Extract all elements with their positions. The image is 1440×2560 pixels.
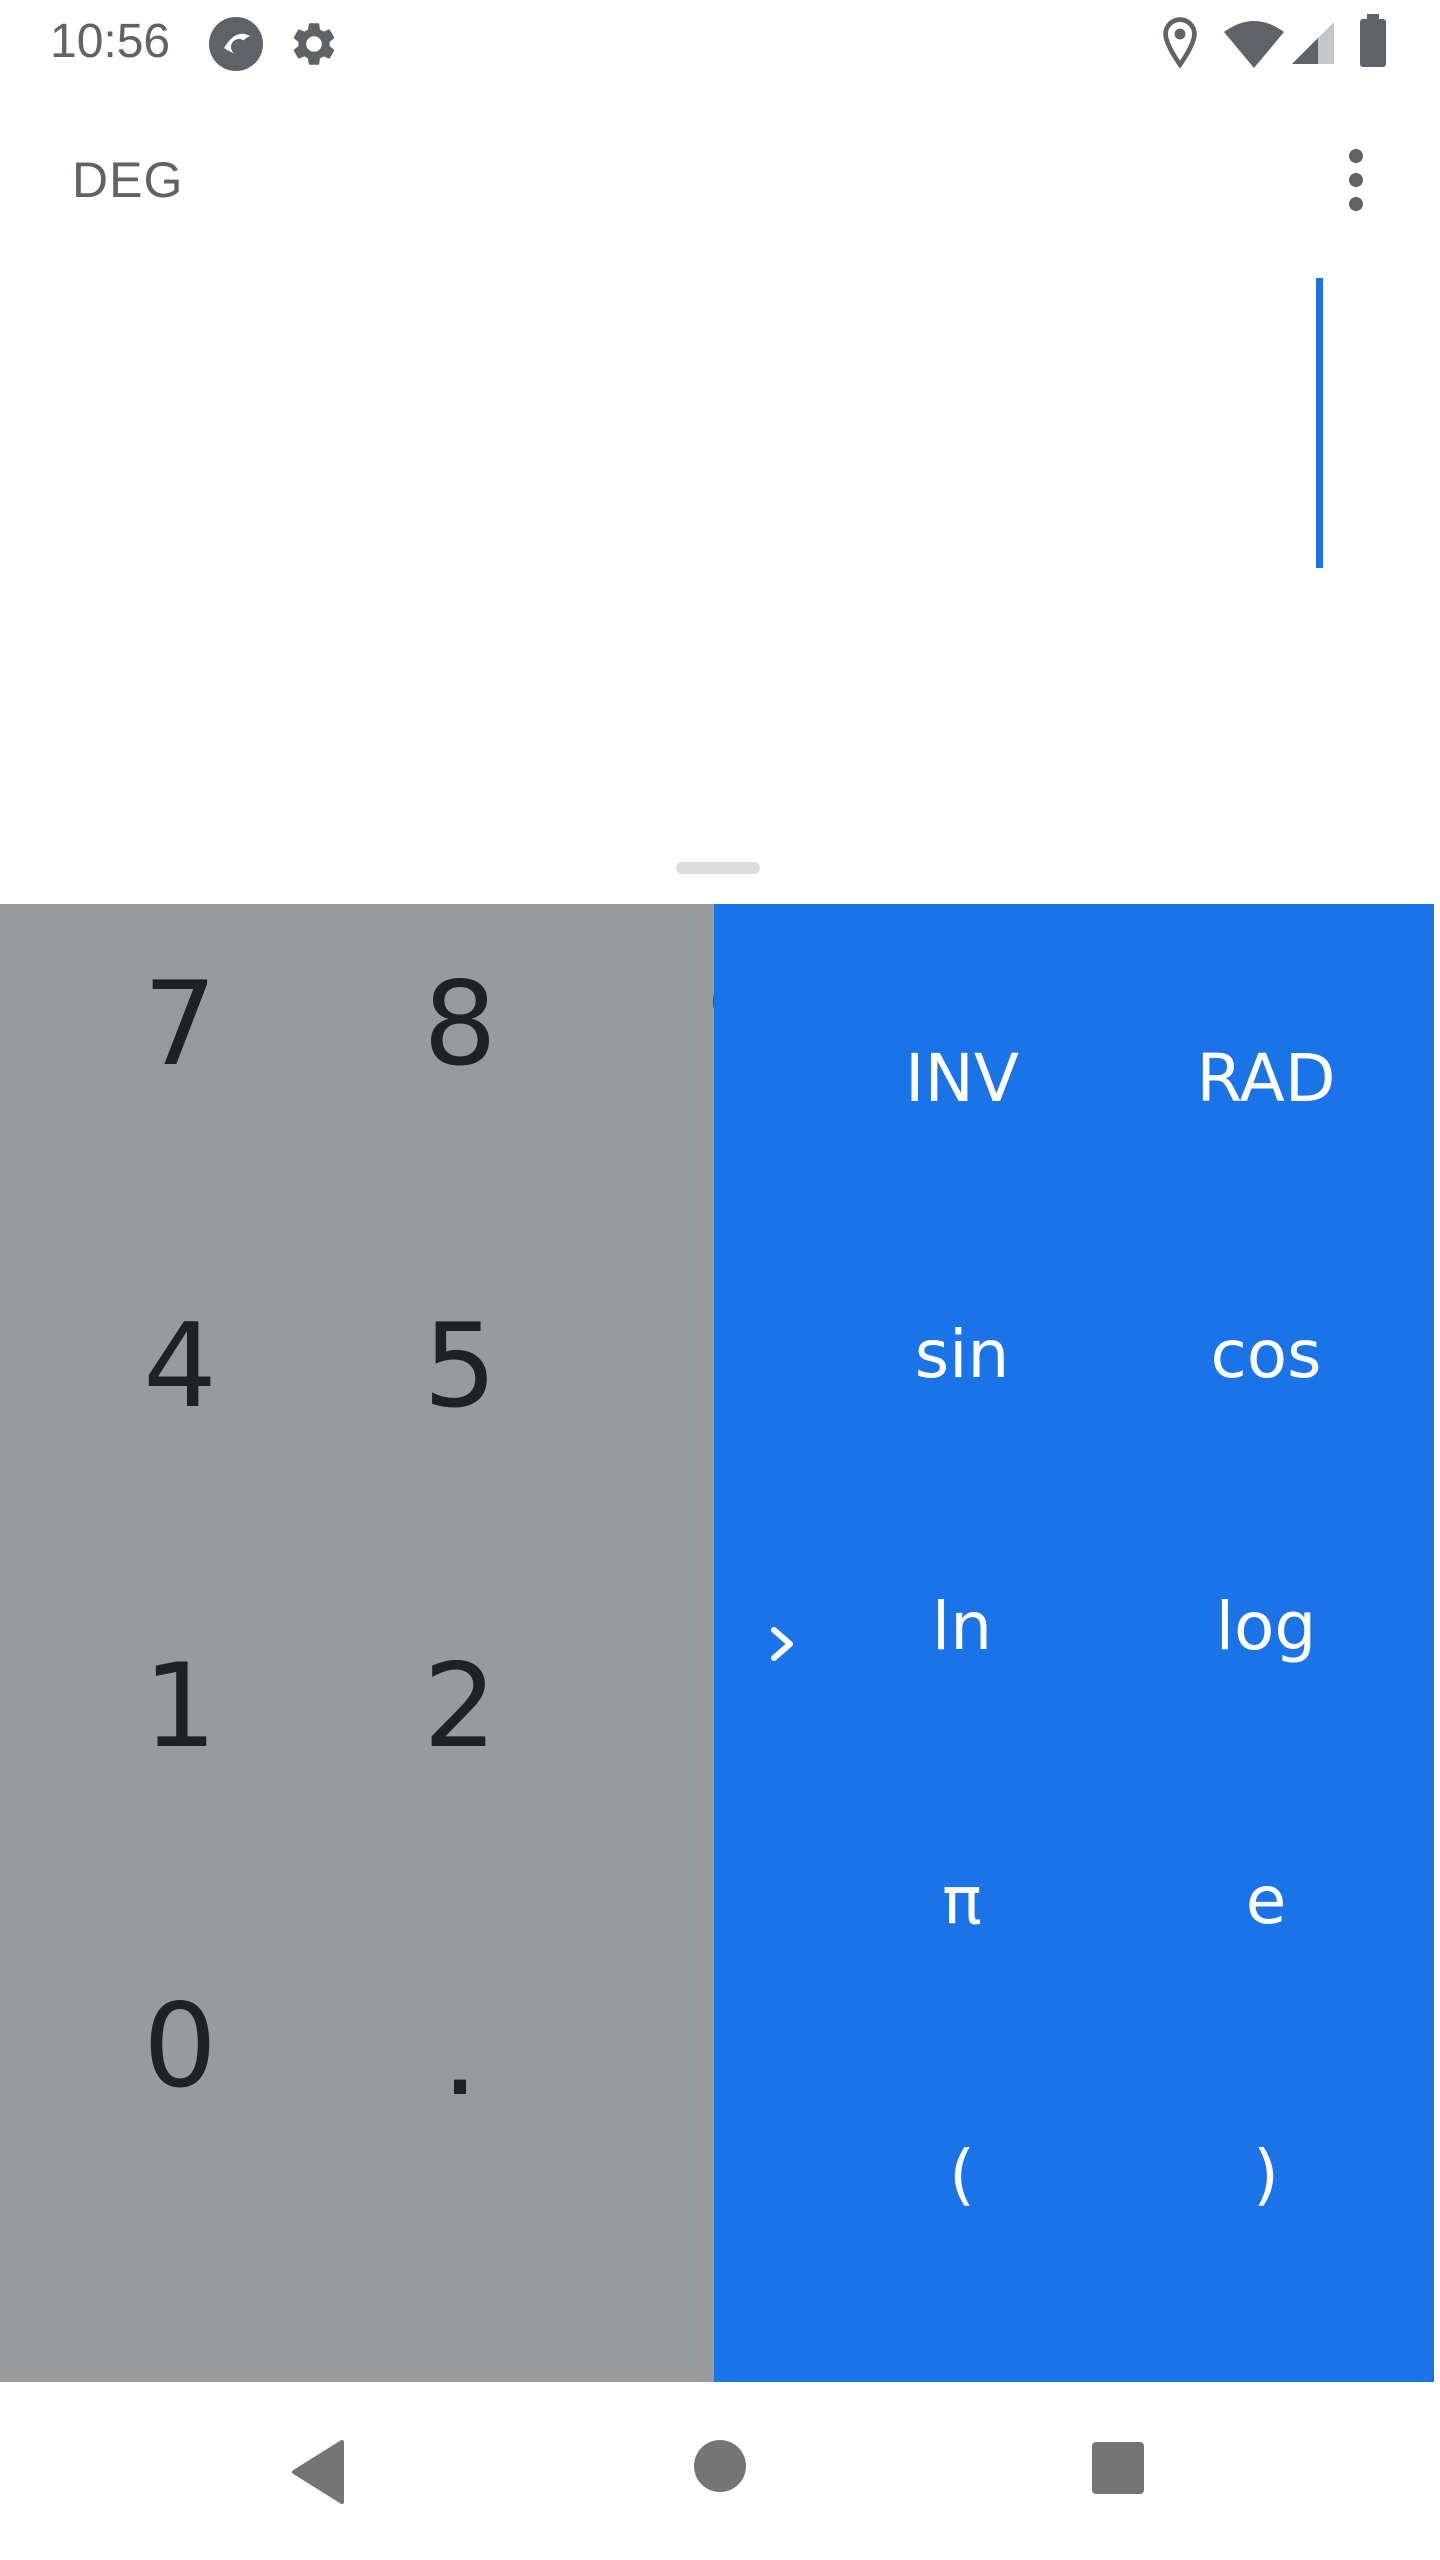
pi-button[interactable]: π: [812, 1790, 1112, 2010]
digit-0-button[interactable]: 0: [40, 1936, 320, 2156]
inv-button[interactable]: INV: [812, 968, 1112, 1188]
status-time: 10:56: [50, 15, 171, 68]
rad-button[interactable]: RAD: [1116, 968, 1416, 1188]
back-icon: [292, 2440, 344, 2504]
formula-cursor: [1316, 278, 1323, 568]
gear-icon: [288, 18, 340, 70]
digit-9-button[interactable]: 9: [706, 952, 714, 1087]
chevron-right-icon: [771, 1627, 793, 1661]
digit-8-button[interactable]: 8: [320, 914, 600, 1134]
ln-button[interactable]: ln: [812, 1516, 1112, 1736]
equals-button[interactable]: =: [706, 1974, 714, 2109]
app-icon: [206, 14, 266, 74]
decimal-point-button[interactable]: .: [320, 1944, 600, 2164]
digit-7-button[interactable]: 7: [40, 914, 320, 1134]
wifi-icon: [1222, 20, 1286, 70]
battery-icon: [1358, 14, 1388, 68]
digit-1-button[interactable]: 1: [40, 1596, 320, 1816]
digit-3-button[interactable]: 3: [706, 1634, 714, 1769]
navigation-bar: [0, 2382, 1440, 2560]
calculator-screen: 10:56 DEG 7 8 4 5 1 2 0 . INV RAD sin co…: [0, 0, 1440, 2560]
right-paren-button[interactable]: ): [1116, 2064, 1416, 2284]
recents-button[interactable]: [1090, 2440, 1146, 2496]
digit-4-button[interactable]: 4: [40, 1256, 320, 1476]
advanced-pad: INV RAD sin cos ln log π e ( ): [714, 904, 1434, 2382]
digit-2-button[interactable]: 2: [320, 1596, 600, 1816]
drag-handle[interactable]: [676, 862, 760, 874]
location-icon: [1158, 16, 1202, 70]
log-button[interactable]: log: [1116, 1516, 1416, 1736]
e-button[interactable]: e: [1116, 1790, 1416, 2010]
digit-5-button[interactable]: 5: [320, 1256, 600, 1476]
numeric-pad: 7 8 9 4 5 6 1 2 3 0 . =: [0, 904, 714, 2382]
more-options-button[interactable]: [1326, 144, 1386, 216]
cos-button[interactable]: cos: [1116, 1244, 1416, 1464]
cell-signal-icon: [1290, 20, 1336, 66]
left-paren-button[interactable]: (: [812, 2064, 1112, 2284]
home-icon: [694, 2440, 746, 2492]
back-button[interactable]: [286, 2432, 356, 2512]
home-button[interactable]: [690, 2436, 750, 2496]
collapse-advanced-button[interactable]: [754, 1604, 814, 1684]
digit-6-button[interactable]: 6: [706, 1294, 714, 1429]
angle-mode-label: DEG: [72, 152, 184, 208]
more-vert-icon: [1349, 149, 1363, 211]
status-bar: 10:56: [0, 0, 1440, 84]
recents-icon: [1092, 2442, 1144, 2494]
sin-button[interactable]: sin: [812, 1244, 1112, 1464]
